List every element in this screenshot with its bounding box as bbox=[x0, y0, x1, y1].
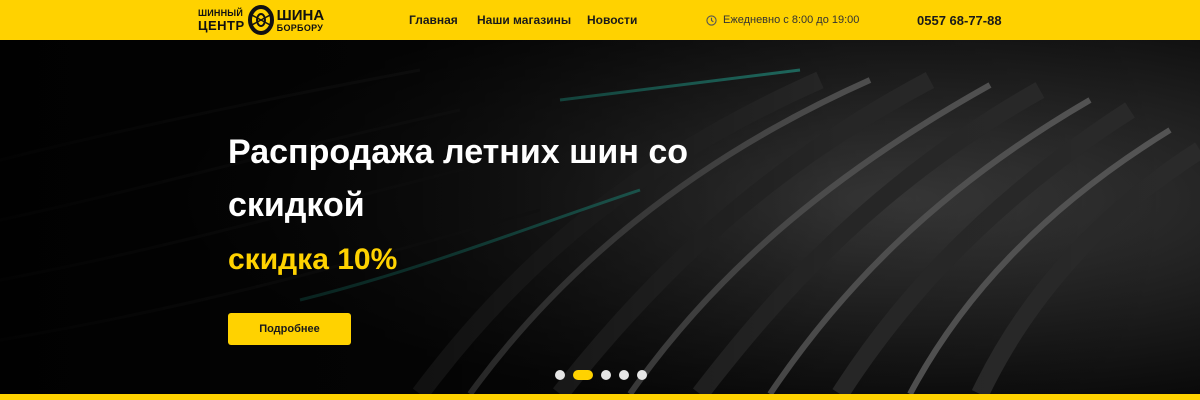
logo-right-line2: БОРБОРУ bbox=[276, 22, 324, 33]
logo-left-line2: ЦЕНТР bbox=[198, 17, 245, 33]
working-hours: Ежедневно с 8:00 до 19:00 bbox=[706, 0, 859, 40]
bottom-accent-bar bbox=[0, 394, 1200, 400]
nav-item-stores: Наши магазины bbox=[477, 0, 571, 40]
logo-right-text: ШИНА БОРБОРУ bbox=[277, 8, 325, 33]
details-button[interactable]: Подробнее bbox=[228, 313, 351, 345]
clock-icon bbox=[706, 14, 717, 26]
hero-banner: Распродажа летних шин со скидкой скидка … bbox=[0, 40, 1200, 394]
logo-left-text: ШИННЫЙ ЦЕНТР bbox=[198, 7, 245, 33]
nav-item-home: Главная bbox=[409, 0, 458, 40]
slider-dot[interactable] bbox=[601, 370, 611, 380]
working-hours-text: Ежедневно с 8:00 до 19:00 bbox=[723, 14, 860, 26]
logo-left-line1: ШИННЫЙ bbox=[198, 7, 243, 18]
slider-dot[interactable] bbox=[637, 370, 647, 380]
discount-text: скидка 10% bbox=[228, 243, 398, 276]
nav-link-home[interactable]: Главная bbox=[409, 13, 458, 27]
slider-dot-active[interactable] bbox=[573, 370, 593, 380]
slider-dots bbox=[555, 370, 647, 380]
nav-link-stores[interactable]: Наши магазины bbox=[477, 13, 571, 27]
tire-logo-icon bbox=[247, 5, 274, 35]
phone-number[interactable]: 0557 68-77-88 bbox=[917, 0, 1002, 40]
brand-logo[interactable]: ШИННЫЙ ЦЕНТР ШИНА БОРБОРУ bbox=[198, 3, 334, 37]
logo-right-line1: ШИНА bbox=[276, 6, 325, 24]
nav-item-news: Новости bbox=[587, 0, 637, 40]
nav-link-news[interactable]: Новости bbox=[587, 13, 637, 27]
hero-title: Распродажа летних шин со скидкой bbox=[228, 133, 688, 224]
slider-dot[interactable] bbox=[555, 370, 565, 380]
top-bar: ШИННЫЙ ЦЕНТР ШИНА БОРБОРУ Главная Наши м… bbox=[0, 0, 1200, 40]
slider-dot[interactable] bbox=[619, 370, 629, 380]
